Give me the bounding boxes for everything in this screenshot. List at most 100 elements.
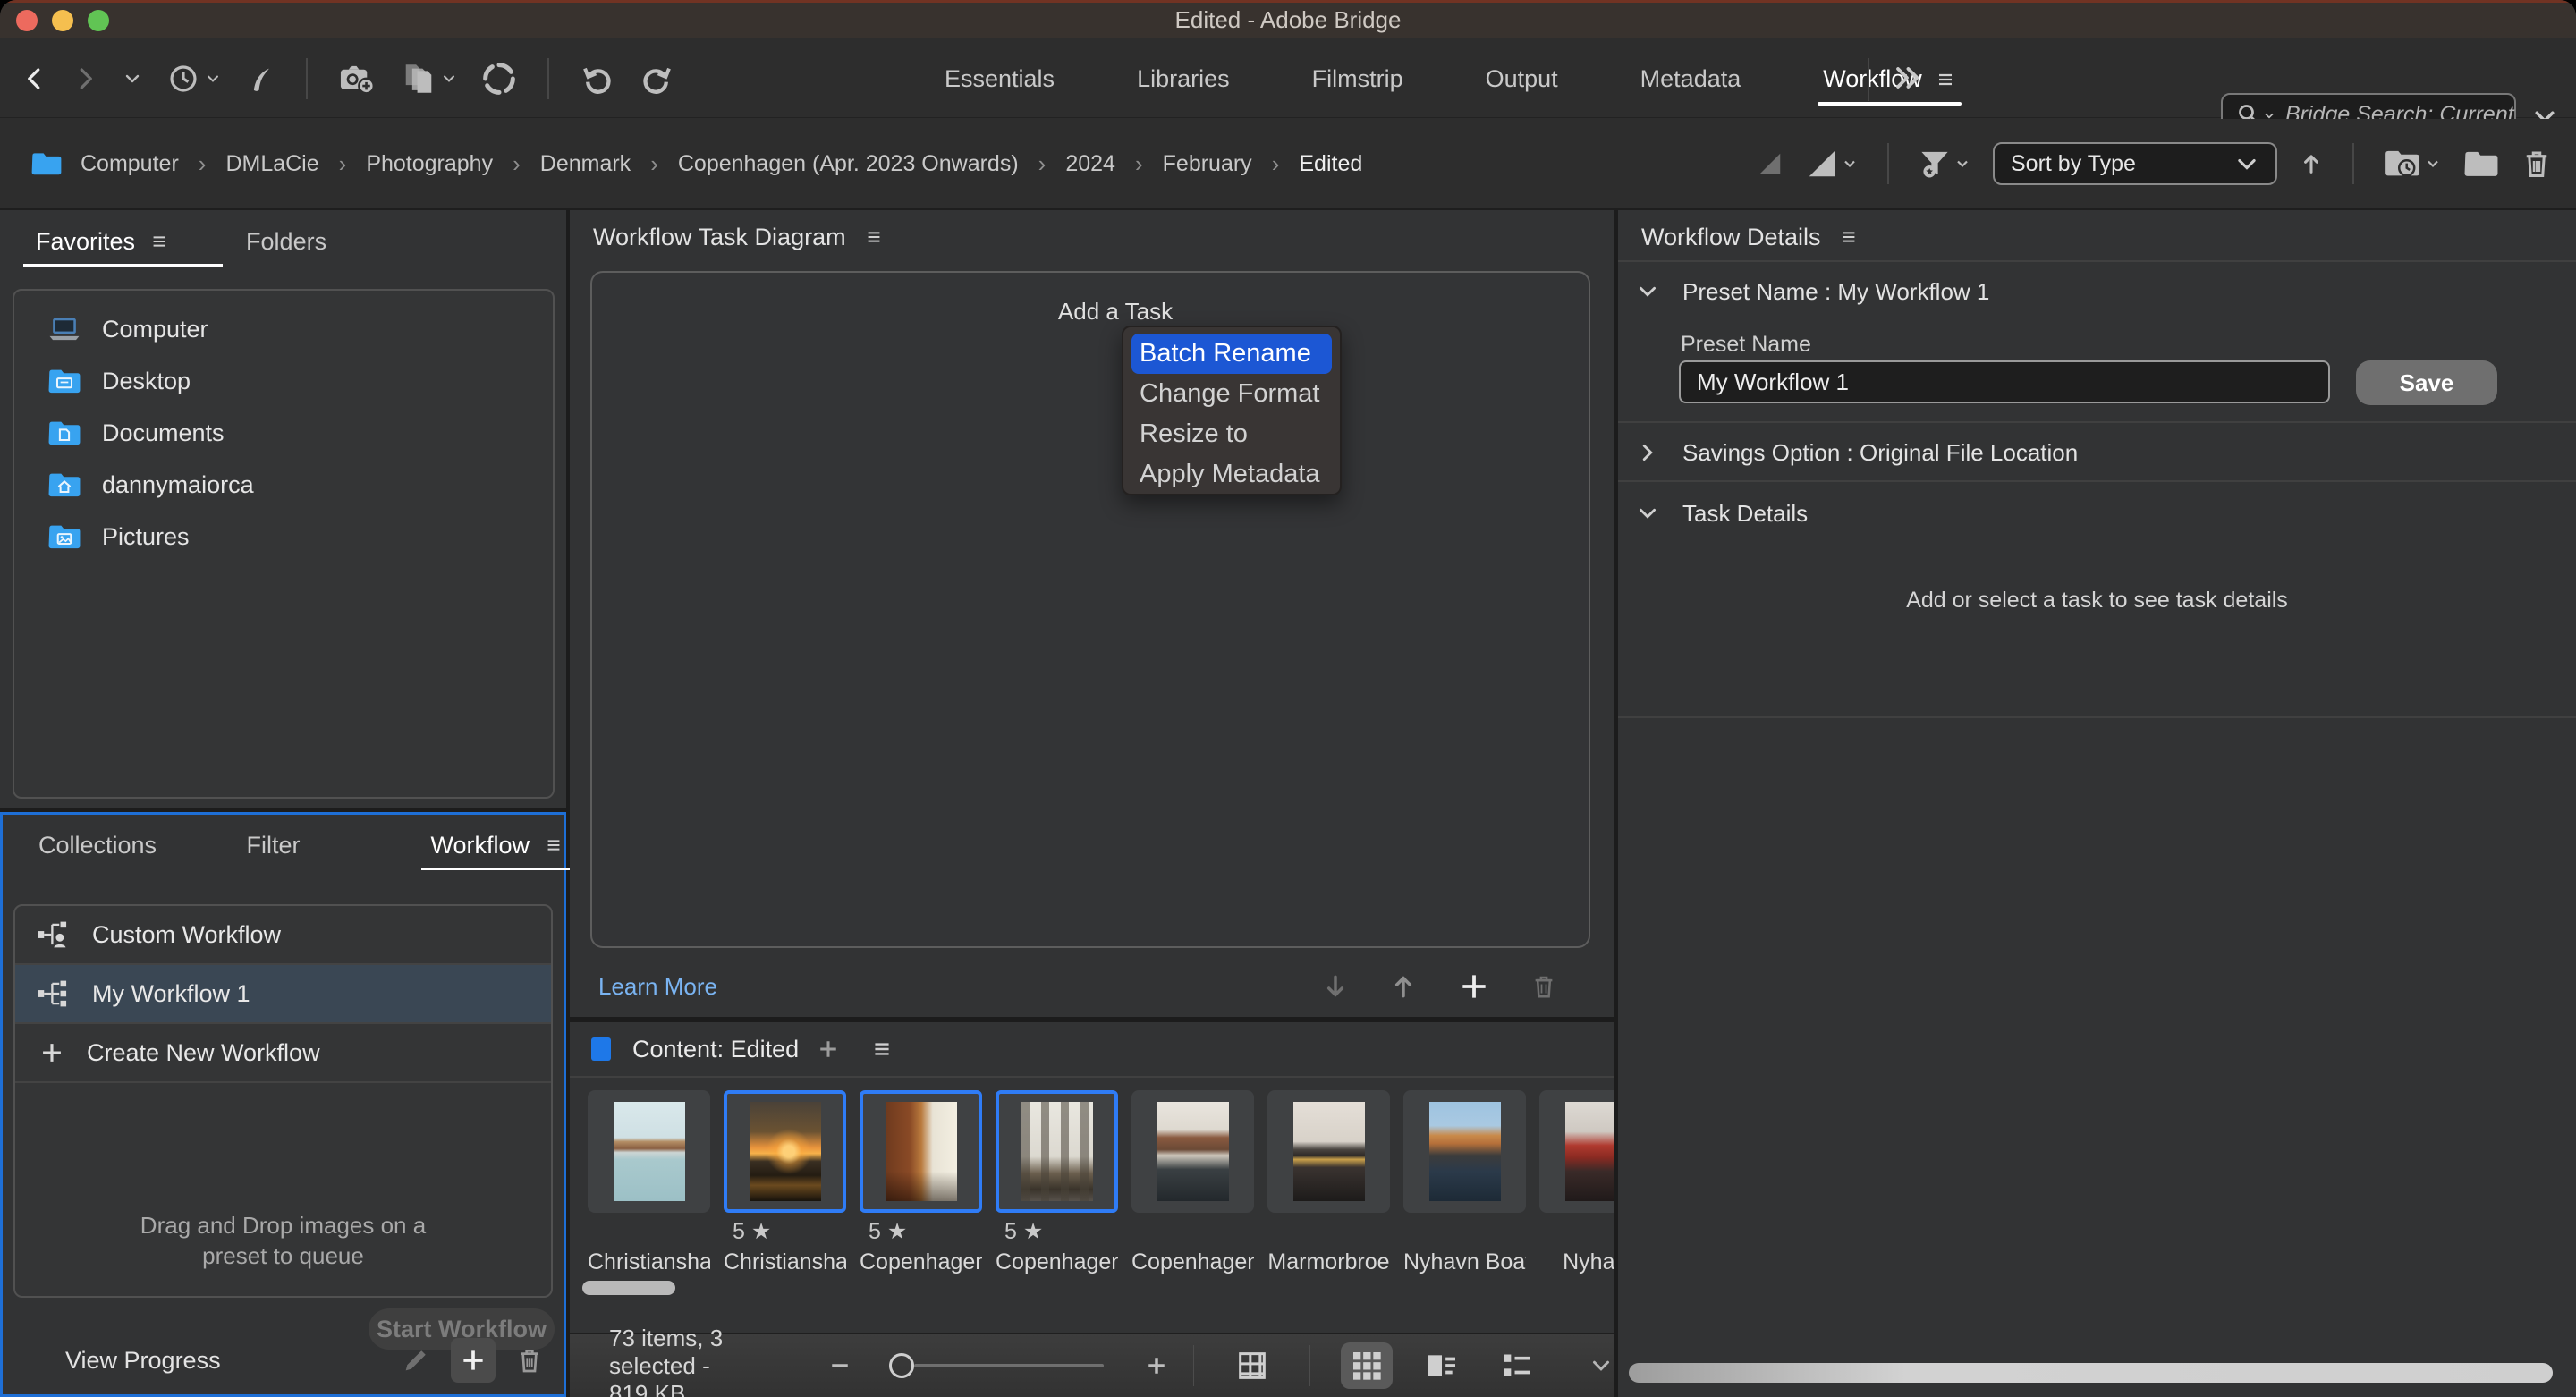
- file-thumbnail-selected[interactable]: 5 ★ CopenhagenAut..set.jpeg: [860, 1090, 982, 1276]
- save-button[interactable]: Save: [2356, 360, 2497, 405]
- sort-ascending-icon[interactable]: [2299, 148, 2324, 180]
- file-thumbnail[interactable]: Nyhavn Boats Au..ing.jpeg: [1403, 1090, 1526, 1276]
- content-horizontal-scrollbar[interactable]: [582, 1281, 675, 1295]
- breadcrumb-item[interactable]: Denmark: [535, 151, 636, 177]
- breadcrumb-item[interactable]: DMLaCie: [220, 151, 324, 177]
- favorites-item-documents[interactable]: Documents: [14, 411, 553, 455]
- content-thumbnails: Christianshavn Fr..ter.jpeg 5 ★ Christia…: [570, 1090, 1614, 1276]
- undo-icon[interactable]: [580, 61, 615, 97]
- menu-item-apply-metadata[interactable]: Apply Metadata: [1123, 454, 1340, 495]
- favorites-item-home[interactable]: dannymaiorca: [14, 462, 553, 507]
- thumbnail-view-icon[interactable]: [1341, 1342, 1393, 1389]
- breadcrumb-item-current[interactable]: Edited: [1293, 151, 1368, 177]
- delete-trash-icon[interactable]: [2521, 146, 2553, 182]
- tab-workflow-panel[interactable]: Workflow: [430, 832, 564, 859]
- favorites-panel-menu-icon[interactable]: [149, 232, 169, 251]
- content-title: Content: Edited: [632, 1036, 799, 1063]
- filter-rating-icon[interactable]: [1918, 145, 1971, 182]
- sort-dropdown[interactable]: Sort by Type: [1993, 142, 2277, 185]
- favorites-panel: Favorites Folders Computer: [0, 210, 566, 808]
- workflow-preset-my-workflow-1[interactable]: My Workflow 1: [15, 965, 551, 1024]
- zoom-in-plus-icon[interactable]: [1143, 1352, 1170, 1379]
- task-diagram-menu-icon[interactable]: [864, 227, 884, 247]
- workflow-panel-tabs: Collections Filter Workflow: [3, 815, 564, 861]
- thumbnail-quality-low-icon[interactable]: [1757, 148, 1784, 179]
- delete-task-trash-icon[interactable]: [1530, 971, 1557, 1002]
- file-thumbnail-selected[interactable]: 5 ★ Christianshavns K..set.jpeg: [724, 1090, 846, 1276]
- create-new-workflow-button[interactable]: Create New Workflow: [15, 1024, 551, 1083]
- breadcrumb-item[interactable]: February: [1157, 151, 1258, 177]
- documents-folder-icon: [47, 419, 82, 447]
- list-view-icon[interactable]: [1491, 1342, 1543, 1389]
- breadcrumb-item[interactable]: Copenhagen (Apr. 2023 Onwards): [673, 151, 1024, 177]
- history-clock-icon[interactable]: [166, 62, 222, 96]
- redo-icon[interactable]: [639, 61, 674, 97]
- breadcrumb-item[interactable]: 2024: [1060, 151, 1121, 177]
- file-name: CopenhagenWin..ure.jpeg: [996, 1249, 1118, 1276]
- favorites-item-pictures[interactable]: Pictures: [14, 514, 553, 559]
- grid-view-icon[interactable]: [1226, 1342, 1278, 1389]
- savings-option-section-header[interactable]: Savings Option : Original File Location: [1618, 430, 2576, 475]
- tab-libraries[interactable]: Libraries: [1096, 40, 1271, 118]
- workflow-details-menu-icon[interactable]: [1839, 227, 1859, 247]
- menu-item-resize-to[interactable]: Resize to: [1123, 414, 1340, 454]
- favorites-item-desktop[interactable]: Desktop: [14, 359, 553, 403]
- back-icon[interactable]: [21, 60, 48, 97]
- workflow-preset-custom[interactable]: Custom Workflow: [15, 906, 551, 965]
- tab-favorites[interactable]: Favorites: [36, 228, 169, 256]
- recent-folder-icon[interactable]: [2383, 146, 2442, 182]
- workflow-panel-menu-icon[interactable]: [544, 835, 564, 855]
- zoom-out-minus-icon[interactable]: [826, 1352, 853, 1379]
- add-content-plus-icon[interactable]: [815, 1036, 842, 1063]
- photo-downloader-icon[interactable]: [338, 61, 377, 97]
- edit-pencil-icon[interactable]: [401, 1345, 431, 1376]
- menu-item-batch-rename[interactable]: Batch Rename: [1131, 334, 1332, 374]
- copy-files-icon[interactable]: [401, 60, 458, 97]
- file-thumbnail[interactable]: CopenhagenWin..ker.jpeg: [1131, 1090, 1254, 1276]
- tab-folders[interactable]: Folders: [246, 228, 326, 256]
- tab-filmstrip[interactable]: Filmstrip: [1271, 40, 1445, 118]
- slider-track[interactable]: [914, 1364, 1104, 1367]
- refine-aperture-icon[interactable]: [481, 61, 517, 97]
- details-horizontal-scrollbar[interactable]: [1629, 1363, 2553, 1383]
- more-workspaces-icon[interactable]: [1889, 60, 1925, 96]
- task-diagram-canvas[interactable]: Add a Task Batch Rename Change Format Re…: [590, 271, 1590, 948]
- add-workflow-button[interactable]: [451, 1338, 496, 1383]
- menu-item-change-format[interactable]: Change Format: [1123, 374, 1340, 414]
- view-progress-button[interactable]: View Progress: [65, 1347, 221, 1375]
- boomerang-icon[interactable]: [245, 62, 275, 96]
- details-view-icon[interactable]: [1416, 1342, 1468, 1389]
- move-task-down-icon[interactable]: [1321, 970, 1350, 1003]
- file-thumbnail[interactable]: Marmorbroen F..gen.jpeg: [1267, 1090, 1390, 1276]
- forward-icon[interactable]: [72, 60, 98, 97]
- preset-name-section-header[interactable]: Preset Name : My Workflow 1: [1618, 269, 2576, 314]
- tab-filter[interactable]: Filter: [247, 832, 345, 859]
- breadcrumb-separator-icon: [1024, 150, 1061, 178]
- add-task-plus-icon[interactable]: [1457, 969, 1491, 1003]
- recent-locations-chevron-icon[interactable]: [122, 68, 143, 89]
- file-thumbnail-selected[interactable]: 5 ★ CopenhagenWin..ure.jpeg: [996, 1090, 1118, 1276]
- file-thumbnail[interactable]: Christianshavn Fr..ter.jpeg: [588, 1090, 710, 1276]
- workflow-tab-menu-icon[interactable]: [1935, 69, 1956, 90]
- slider-thumb[interactable]: [889, 1353, 914, 1378]
- breadcrumb-separator-icon: [498, 150, 535, 178]
- learn-more-link[interactable]: Learn More: [598, 973, 717, 1001]
- preset-name-input[interactable]: [1679, 360, 2330, 403]
- breadcrumb-item[interactable]: Computer: [75, 151, 184, 177]
- favorites-item-computer[interactable]: Computer: [14, 307, 553, 351]
- thumbnail-quality-high-icon[interactable]: [1805, 145, 1859, 182]
- tab-essentials[interactable]: Essentials: [903, 40, 1096, 118]
- move-task-up-icon[interactable]: [1389, 970, 1418, 1003]
- task-details-section-header[interactable]: Task Details: [1618, 491, 2576, 536]
- tab-collections[interactable]: Collections: [38, 832, 174, 859]
- status-bar-divider: [1193, 1345, 1194, 1386]
- file-thumbnail[interactable]: Nyhavndy Davi: [1539, 1090, 1614, 1276]
- tab-output[interactable]: Output: [1445, 40, 1599, 118]
- tab-metadata[interactable]: Metadata: [1599, 40, 1783, 118]
- breadcrumb-separator-icon: [325, 150, 361, 178]
- view-options-chevron-icon[interactable]: [1588, 1352, 1614, 1379]
- breadcrumb-item[interactable]: Photography: [360, 151, 498, 177]
- new-folder-icon[interactable]: [2463, 148, 2499, 180]
- content-panel-menu-icon[interactable]: [870, 1037, 894, 1061]
- delete-workflow-trash-icon[interactable]: [515, 1344, 544, 1376]
